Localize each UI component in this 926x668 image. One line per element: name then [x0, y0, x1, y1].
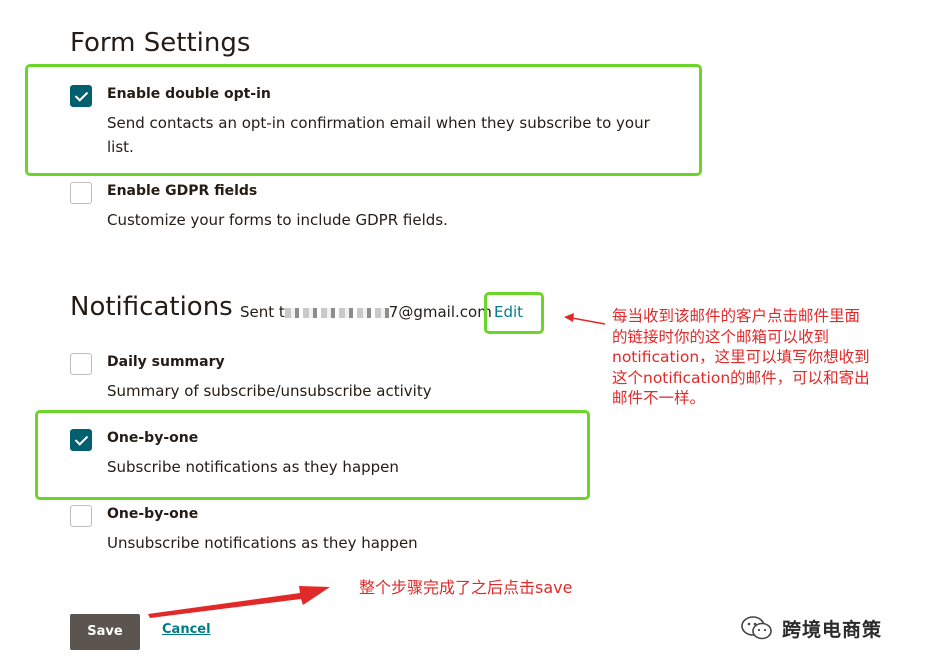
one-by-one-subscribe-label: One-by-one — [107, 430, 199, 446]
one-by-one-unsubscribe-option: One-by-one Unsubscribe notifications as … — [70, 505, 550, 555]
form-settings-page: Form Settings Enable double opt-in Send … — [0, 0, 926, 668]
save-button[interactable]: Save — [70, 614, 140, 650]
annotation-arrow-save — [148, 586, 330, 618]
watermark: 跨境电商策 — [740, 615, 882, 641]
one-by-one-subscribe-checkbox[interactable] — [70, 429, 92, 451]
annotation-line: 邮件不一样。 — [612, 389, 706, 407]
double-opt-in-label: Enable double opt-in — [107, 86, 271, 102]
checkmark-icon — [74, 432, 89, 446]
gdpr-checkbox[interactable] — [70, 182, 92, 204]
notifications-title: Notifications — [70, 292, 233, 322]
annotation-line: 每当收到该邮件的客户点击邮件里面 — [612, 307, 861, 325]
double-opt-in-description: Send contacts an opt-in confirmation ema… — [107, 114, 650, 156]
form-settings-title: Form Settings — [70, 28, 251, 58]
watermark-text: 跨境电商策 — [782, 618, 883, 641]
gdpr-option: Enable GDPR fields Customize your forms … — [70, 182, 650, 232]
gdpr-label: Enable GDPR fields — [107, 183, 258, 199]
gdpr-description: Customize your forms to include GDPR fie… — [107, 211, 448, 229]
one-by-one-subscribe-description: Subscribe notifications as they happen — [107, 458, 399, 476]
annotation-line: notification，这里可以填写你想收到 — [612, 348, 870, 366]
double-opt-in-option: Enable double opt-in Send contacts an op… — [70, 85, 650, 165]
double-opt-in-checkbox[interactable] — [70, 85, 92, 107]
wechat-icon — [741, 616, 772, 640]
annotation-arrow-edit — [564, 313, 606, 325]
one-by-one-subscribe-option: One-by-one Subscribe notifications as th… — [70, 429, 550, 479]
sent-prefix: Sent t — [240, 303, 285, 321]
daily-summary-label: Daily summary — [107, 354, 225, 370]
one-by-one-unsubscribe-label: One-by-one — [107, 506, 199, 522]
annotation-line: 的链接时你的这个邮箱可以收到 — [612, 327, 830, 346]
daily-summary-description: Summary of subscribe/unsubscribe activit… — [107, 382, 432, 400]
sent-suffix: 7@gmail.com — [388, 303, 492, 321]
annotation-edit-note: 每当收到该邮件的客户点击邮件里面 的链接时你的这个邮箱可以收到 notifica… — [612, 306, 870, 409]
one-by-one-unsubscribe-checkbox[interactable] — [70, 505, 92, 527]
edit-email-link[interactable]: Edit — [494, 303, 523, 321]
daily-summary-option: Daily summary Summary of subscribe/unsub… — [70, 353, 550, 403]
notification-email-text: Sent t 7@gmail.com — [240, 303, 492, 321]
daily-summary-checkbox[interactable] — [70, 353, 92, 375]
annotation-line: 这个notification的邮件，可以和寄出 — [612, 368, 870, 387]
one-by-one-unsubscribe-description: Unsubscribe notifications as they happen — [107, 534, 418, 552]
annotation-save-note: 整个步骤完成了之后点击save — [359, 578, 573, 597]
checkmark-icon — [74, 88, 89, 102]
cancel-link[interactable]: Cancel — [162, 622, 211, 637]
redacted-email — [284, 307, 389, 318]
